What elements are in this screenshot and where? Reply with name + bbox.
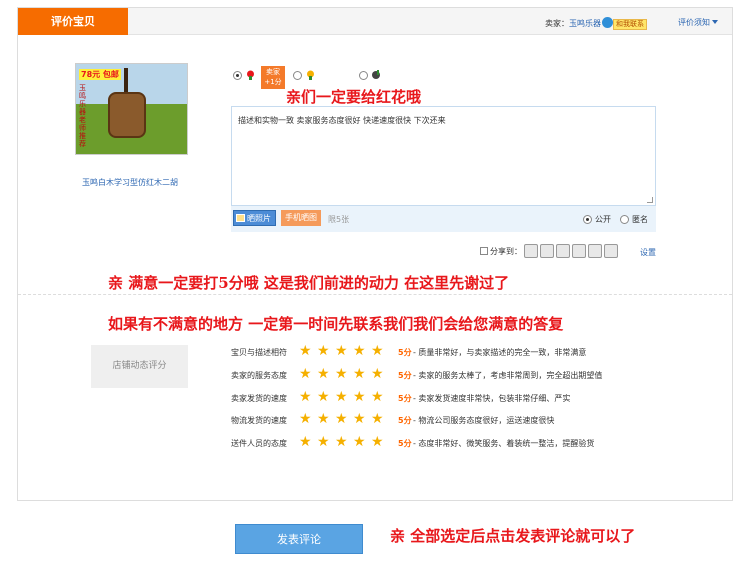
radio-good[interactable] (233, 71, 242, 80)
star-icon[interactable]: ★ (299, 344, 314, 358)
share-checkbox[interactable] (480, 247, 488, 255)
rating-score: 5分 (398, 394, 412, 403)
share-site-icon-5[interactable] (588, 244, 602, 258)
rating-score: 5分 (398, 439, 412, 448)
review-text: 描述和实物一致 卖家服务态度很好 快递速度很快 下次还来 (238, 116, 446, 125)
share-site-icon-2[interactable] (540, 244, 554, 258)
section-divider (18, 294, 732, 295)
review-rules-link[interactable]: 评价须知 (678, 17, 718, 28)
star-rating[interactable]: ★ ★ ★ ★ ★ (299, 344, 389, 358)
rating-description: - 态度非常好、微笑服务、着装统一整洁，提醒验货 (413, 439, 595, 448)
shop-rating-title: 店铺动态评分 (91, 345, 188, 388)
rating-score: 5分 (398, 416, 412, 425)
tab-bar: 评价宝贝 卖家：玉鸣乐器 和我联系 评价须知 (18, 8, 732, 35)
star-icon[interactable]: ★ (317, 412, 332, 426)
star-icon[interactable]: ★ (299, 435, 314, 449)
radio-anonymous[interactable] (620, 215, 629, 224)
rating-label: 送件人员的态度 (231, 439, 287, 448)
submit-review-button[interactable]: 发表评论 (235, 524, 363, 554)
rating-description: - 卖家发货速度非常快，包装非常仔细、严实 (413, 394, 571, 403)
star-icon[interactable]: ★ (335, 435, 350, 449)
share-site-icon-4[interactable] (572, 244, 586, 258)
star-icon[interactable]: ★ (371, 367, 386, 381)
review-textarea[interactable]: 描述和实物一致 卖家服务态度很好 快递速度很快 下次还来 (231, 106, 656, 206)
annotation-contact-first: 如果有不满意的地方 一定第一时间先联系我们我们会给您满意的答复 (108, 315, 564, 333)
star-icon[interactable]: ★ (335, 367, 350, 381)
product-thumbnail[interactable]: 78元 包邮 玉鸣乐器老师推荐 (75, 63, 188, 155)
star-icon[interactable]: ★ (317, 435, 332, 449)
wangwang-icon[interactable] (602, 17, 613, 28)
star-icon[interactable]: ★ (317, 344, 332, 358)
annotation-submit-hint: 亲 全部选定后点击发表评论就可以了 (390, 527, 636, 545)
public-label: 公开 (595, 215, 611, 224)
price-badge: 78元 包邮 (79, 69, 121, 80)
photo-icon (236, 214, 245, 222)
rating-label: 卖家发货的速度 (231, 394, 287, 403)
star-icon[interactable]: ★ (371, 344, 386, 358)
resize-grip-icon[interactable] (647, 197, 653, 203)
star-icon[interactable]: ★ (299, 390, 314, 404)
rating-score: 5分 (398, 348, 412, 357)
contact-seller-button[interactable]: 和我联系 (613, 19, 647, 30)
gray-flower-icon (372, 70, 380, 79)
rating-score: 5分 (398, 371, 412, 380)
rating-label: 物流发货的速度 (231, 416, 287, 425)
seller-bonus-line2: +1分 (264, 78, 282, 86)
star-rating[interactable]: ★ ★ ★ ★ ★ (299, 367, 389, 381)
product-name-link[interactable]: 玉鸣白木学习型仿红木二胡 (65, 177, 195, 188)
star-icon[interactable]: ★ (371, 435, 386, 449)
anonymous-label: 匿名 (632, 215, 648, 224)
star-icon[interactable]: ★ (353, 435, 368, 449)
seller-info: 卖家：玉鸣乐器 和我联系 (545, 17, 647, 30)
rating-description: - 物流公司服务态度很好，运送速度很快 (413, 416, 555, 425)
share-settings-link[interactable]: 设置 (640, 247, 656, 258)
star-icon[interactable]: ★ (335, 390, 350, 404)
radio-neutral[interactable] (293, 71, 302, 80)
share-bar: 分享到： (480, 244, 618, 258)
tab-rate-item[interactable]: 评价宝贝 (18, 8, 128, 35)
star-icon[interactable]: ★ (335, 412, 350, 426)
seller-prefix: 卖家： (545, 19, 569, 28)
annotation-red-flower: 亲们一定要给红花哦 (286, 88, 422, 106)
share-label: 分享到： (490, 247, 522, 256)
erhu-body (108, 92, 146, 138)
red-flower-icon (247, 70, 254, 80)
rating-description: - 质量非常好，与卖家描述的完全一致，非常满意 (413, 348, 587, 357)
star-rating[interactable]: ★ ★ ★ ★ ★ (299, 390, 389, 404)
review-toolbar: 晒照片 手机晒图 限5张 公开 匿名 (231, 206, 656, 232)
share-site-icon-1[interactable] (524, 244, 538, 258)
chevron-down-icon (712, 20, 718, 24)
rating-label: 宝贝与描述相符 (231, 348, 287, 357)
share-site-icon-3[interactable] (556, 244, 570, 258)
upload-photo-button[interactable]: 晒照片 (233, 210, 276, 226)
star-icon[interactable]: ★ (371, 412, 386, 426)
seller-bonus-line1: 卖家 (266, 68, 280, 76)
star-icon[interactable]: ★ (299, 367, 314, 381)
star-icon[interactable]: ★ (353, 367, 368, 381)
radio-public[interactable] (583, 215, 592, 224)
photo-limit-text: 限5张 (328, 215, 350, 224)
star-icon[interactable]: ★ (371, 390, 386, 404)
seller-bonus-badge: 卖家 +1分 (261, 66, 285, 89)
star-icon[interactable]: ★ (353, 412, 368, 426)
seller-name-link[interactable]: 玉鸣乐器 (569, 19, 601, 28)
star-rating[interactable]: ★ ★ ★ ★ ★ (299, 412, 389, 426)
review-rules-label: 评价须知 (678, 18, 710, 27)
star-rating[interactable]: ★ ★ ★ ★ ★ (299, 435, 389, 449)
yellow-flower-icon (307, 70, 314, 80)
rating-label: 卖家的服务态度 (231, 371, 287, 380)
star-icon[interactable]: ★ (353, 390, 368, 404)
star-icon[interactable]: ★ (299, 412, 314, 426)
share-site-icon-6[interactable] (604, 244, 618, 258)
rating-description: - 卖家的服务太棒了，考虑非常周到，完全超出期望值 (413, 371, 603, 380)
star-icon[interactable]: ★ (317, 390, 332, 404)
mobile-photo-button[interactable]: 手机晒图 (281, 210, 321, 226)
thumbnail-side-text: 玉鸣乐器老师推荐 (79, 84, 86, 148)
star-icon[interactable]: ★ (353, 344, 368, 358)
upload-photo-label: 晒照片 (247, 214, 271, 223)
star-icon[interactable]: ★ (335, 344, 350, 358)
star-icon[interactable]: ★ (317, 367, 332, 381)
annotation-five-stars: 亲 满意一定要打5分哦 这是我们前进的动力 在这里先谢过了 (108, 274, 510, 292)
radio-bad[interactable] (359, 71, 368, 80)
